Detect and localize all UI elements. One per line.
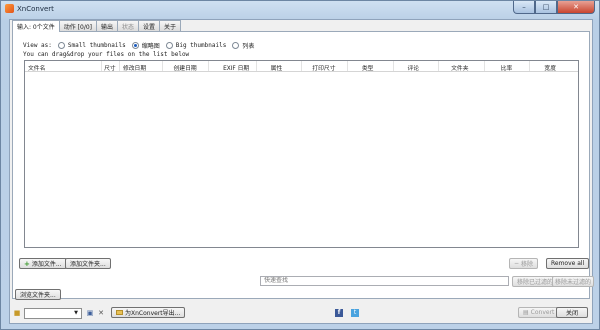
tab-bar: 输入: 0个文件 动作 [0/0] 输出 状态 设置 关于 — [12, 20, 182, 32]
quick-filter-input[interactable] — [260, 276, 509, 286]
radio-label-big-thumbnails: Big thumbnails — [175, 42, 227, 49]
plus-icon: + — [24, 259, 30, 268]
tab-input[interactable]: 输入: 0个文件 — [12, 20, 60, 32]
delete-icon: − — [514, 260, 520, 267]
add-folder-button[interactable]: 添加文件夹... — [65, 258, 111, 269]
close-window-button[interactable]: ✕ — [557, 1, 595, 14]
minimize-button[interactable]: – — [513, 1, 535, 14]
column-created-date[interactable]: 创建日期 — [163, 61, 210, 71]
export-button[interactable]: 为XnConvert导出... — [111, 307, 186, 318]
remove-unfiltered-button[interactable]: 移除未过滤的 — [552, 276, 595, 287]
folder-icon[interactable]: ■ — [13, 309, 21, 317]
view-as-label: View as — [23, 42, 49, 49]
xnconvert-logo-icon — [5, 4, 14, 13]
browse-folder-button[interactable]: 浏览文件夹... — [15, 289, 61, 300]
column-folder[interactable]: 文件夹 — [439, 61, 485, 71]
chevron-down-icon: ▼ — [74, 310, 78, 316]
facebook-icon[interactable]: f — [335, 309, 343, 317]
column-attributes[interactable]: 属性 — [257, 61, 303, 71]
add-folder-label: 添加文件夹... — [70, 261, 106, 268]
radio-list[interactable] — [232, 42, 240, 49]
convert-label: Convert — [530, 309, 555, 316]
remove-button[interactable]: − 移除 — [509, 258, 539, 269]
tab-settings[interactable]: 设置 — [138, 20, 161, 31]
radio-label-thumbnails: 缩略图 — [141, 43, 160, 50]
input-panel: View as: Small thumbnails 缩略图 Big thumbn… — [12, 31, 595, 300]
view-as-row: View as: Small thumbnails 缩略图 Big thumbn… — [23, 42, 255, 50]
convert-button[interactable]: ▤ Convert — [518, 307, 560, 318]
tab-actions[interactable]: 动作 [0/0] — [58, 20, 97, 31]
remove-all-button[interactable]: Remove all — [546, 258, 590, 269]
save-icon[interactable]: ▣ — [86, 309, 94, 317]
remove-label: 移除 — [521, 261, 534, 268]
drag-drop-hint: You can drag&drop your files on the list… — [23, 51, 190, 58]
column-filename[interactable]: 文件名 — [25, 61, 103, 71]
add-files-button[interactable]: + 添加文件... — [19, 258, 67, 269]
column-size[interactable]: 尺寸 — [102, 61, 120, 71]
column-print-size[interactable]: 打印尺寸 — [302, 61, 348, 71]
column-comment[interactable]: 评论 — [394, 61, 440, 71]
column-exif-date[interactable]: EXIF 日期 — [209, 61, 257, 71]
radio-small-thumbnails[interactable] — [57, 42, 65, 49]
title-bar[interactable]: XnConvert – □ ✕ — [1, 1, 599, 17]
close-button[interactable]: 关闭 — [556, 307, 588, 318]
delete-icon[interactable]: ✕ — [97, 309, 105, 317]
bottom-bar: ■ ▼ ▣ ✕ 为XnConvert导出... f t ▤ Convert 关闭 — [10, 303, 592, 323]
add-files-label: 添加文件... — [31, 261, 62, 268]
twitter-icon[interactable]: t — [351, 309, 359, 317]
window-title: XnConvert — [17, 5, 54, 13]
radio-label-small-thumbnails: Small thumbnails — [67, 42, 126, 49]
column-type[interactable]: 类型 — [348, 61, 394, 71]
export-label: 为XnConvert导出... — [125, 310, 181, 317]
column-modified-date[interactable]: 修改日期 — [120, 61, 164, 71]
app-window: XnConvert – □ ✕ 输入: 0个文件 动作 [0/0] 输出 状态 … — [0, 0, 600, 330]
maximize-button[interactable]: □ — [535, 1, 557, 14]
radio-label-list: 列表 — [242, 43, 255, 50]
tab-about[interactable]: 关于 — [159, 20, 182, 31]
file-list[interactable]: 文件名 尺寸 修改日期 创建日期 EXIF 日期 属性 打印尺寸 类型 评论 文… — [24, 60, 579, 248]
convert-icon: ▤ — [523, 309, 529, 316]
radio-big-thumbnails[interactable] — [165, 42, 173, 49]
radio-thumbnails[interactable] — [131, 42, 139, 49]
column-width[interactable]: 宽度 — [530, 61, 578, 71]
export-icon — [116, 310, 123, 315]
tab-status[interactable]: 状态 — [117, 20, 140, 31]
main-client: 输入: 0个文件 动作 [0/0] 输出 状态 设置 关于 View as: S… — [9, 19, 595, 324]
preset-combo[interactable]: ▼ — [24, 308, 82, 319]
file-list-header: 文件名 尺寸 修改日期 创建日期 EXIF 日期 属性 打印尺寸 类型 评论 文… — [25, 61, 578, 72]
tab-output[interactable]: 输出 — [96, 20, 119, 31]
column-ratio[interactable]: 比率 — [485, 61, 531, 71]
